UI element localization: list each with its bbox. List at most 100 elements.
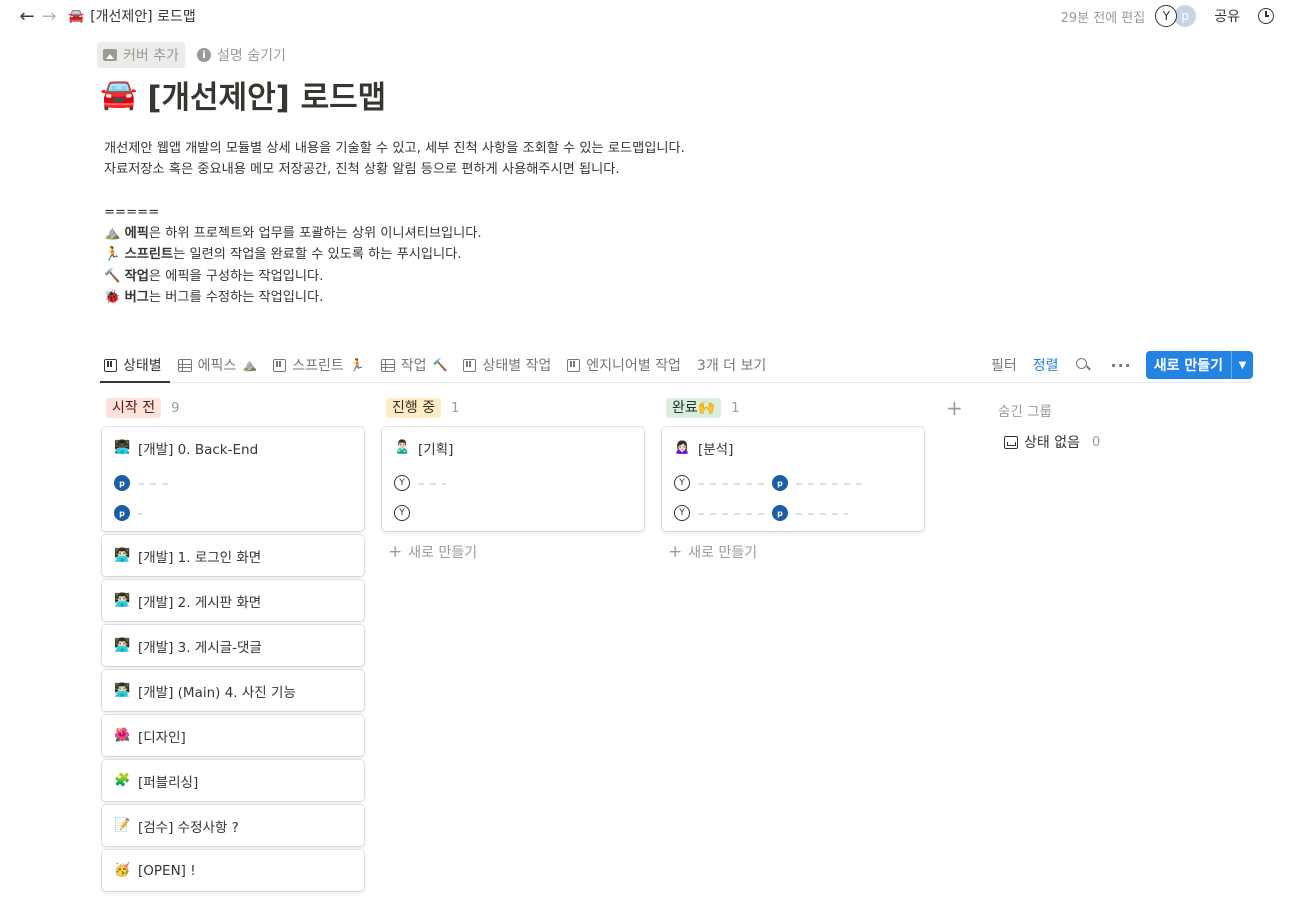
column-header[interactable]: 시작 전 9 <box>102 396 364 420</box>
page-title[interactable]: 🚘 [개선제안] 로드맵 <box>100 72 386 117</box>
card-title: 🧩 [퍼블리싱] <box>102 760 364 801</box>
avatar[interactable]: Y <box>1155 5 1178 27</box>
back-arrow-icon[interactable]: ← <box>16 5 38 27</box>
board-card[interactable]: 👨🏻‍💻 [개발] 2. 게시판 화면 <box>102 580 364 621</box>
page-description[interactable]: 개선제안 웹앱 개발의 모듈별 상세 내용을 기술할 수 있고, 세부 진척 사… <box>104 138 685 308</box>
tab-label: 작업 <box>400 358 427 374</box>
add-card-label: 새로 만들기 <box>688 545 758 561</box>
more-options-icon[interactable]: ··· <box>1100 356 1141 375</box>
card-title-text: [검수] 수정사항 ? <box>138 819 239 836</box>
page-emoji-icon[interactable]: 🚘 <box>100 77 137 112</box>
hidden-groups-label: 숨긴 그룹 <box>998 404 1052 420</box>
card-assignee: Y <box>382 468 644 498</box>
tab-by-status[interactable]: 상태별 <box>96 348 170 383</box>
new-button[interactable]: 새로 만들기 ▼ <box>1145 351 1253 379</box>
card-title-text: [분석] <box>698 441 734 458</box>
board-card[interactable]: 🧩 [퍼블리싱] <box>102 760 364 801</box>
runner-icon: 🏃 <box>349 358 365 372</box>
card-title: 👨🏻‍💻 [개발] 1. 로그인 화면 <box>102 535 364 576</box>
bug-icon: 🐞 <box>104 290 121 306</box>
avatar: p <box>772 475 788 491</box>
history-clock-icon[interactable] <box>1258 8 1274 24</box>
desc-item: 🔨 작업은 에픽을 구성하는 작업입니다. <box>104 268 324 284</box>
puzzle-icon: 🧩 <box>114 773 131 788</box>
board-card[interactable]: 👨🏻‍💻 [개발] 1. 로그인 화면 <box>102 535 364 576</box>
tab-tasks[interactable]: 작업 🔨 <box>373 348 456 382</box>
board-card[interactable]: 🥳 [OPEN] ! <box>102 850 364 891</box>
desc-item: ⛰️ 에픽은 하위 프로젝트와 업무를 포괄하는 상위 이니셔티브입니다. <box>104 226 482 242</box>
card-title-text: [OPEN] ! <box>138 862 196 879</box>
tab-sprints[interactable]: 스프린트 🏃 <box>265 348 372 382</box>
status-badge: 완료🙌 <box>666 398 722 418</box>
board-card[interactable]: 👨🏻‍💻 [개발] (Main) 4. 사진 기능 <box>102 670 364 711</box>
redacted-name <box>796 510 848 516</box>
more-views-button[interactable]: 3개 더 보기 <box>689 348 774 382</box>
developer-icon: 👨🏻‍💻 <box>114 548 131 563</box>
avatar: p <box>114 505 130 521</box>
board-card[interactable]: 📝 [검수] 수정사항 ? <box>102 805 364 846</box>
breadcrumb[interactable]: 🚘 [개선제안] 로드맵 <box>68 6 196 26</box>
card-assignee: Y <box>382 498 644 528</box>
runner-icon: 🏃 <box>104 247 121 263</box>
card-title-text: [개발] 3. 게시글-댓글 <box>138 639 262 656</box>
table-icon <box>177 358 192 372</box>
board-card[interactable]: 👨🏻‍💻 [개발] 3. 게시글-댓글 <box>102 625 364 666</box>
column-count: 1 <box>731 400 740 416</box>
board-card[interactable]: 🌺 [디자인] <box>102 715 364 756</box>
column-count: 1 <box>451 400 460 416</box>
hide-description-button[interactable]: i 설명 숨기기 <box>191 42 292 68</box>
column-header[interactable]: 진행 중 1 <box>382 396 644 420</box>
hidden-group-no-status[interactable]: 상태 없음 0 <box>1004 432 1100 452</box>
card-assignee: p <box>102 498 364 528</box>
card-title-text: [개발] 1. 로그인 화면 <box>138 549 262 566</box>
filter-button[interactable]: 필터 <box>983 355 1025 375</box>
card-assignee: Y p <box>662 468 924 498</box>
card-title: 👨🏻‍💻 [개발] (Main) 4. 사진 기능 <box>102 670 364 711</box>
card-title-text: [개발] 2. 게시판 화면 <box>138 594 262 611</box>
plus-icon: + <box>668 542 683 562</box>
sort-button[interactable]: 정렬 <box>1025 355 1067 375</box>
card-title: 📝 [검수] 수정사항 ? <box>102 805 364 846</box>
search-icon[interactable] <box>1074 356 1092 374</box>
add-card-button[interactable]: + 새로 만들기 <box>388 542 477 562</box>
add-group-plus-icon[interactable]: + <box>946 396 963 420</box>
view-tabs-bar: 상태별 에픽스 ⛰️ 스프린트 🏃 작업 🔨 상태별 작업 엔지니어별 작업 3… <box>96 348 1253 383</box>
forward-arrow-icon[interactable]: → <box>38 5 60 27</box>
avatar: Y <box>394 475 410 491</box>
board-column-in-progress: 진행 중 1 🙎🏻‍♂️ [기획] Y Y + 새로 만들기 <box>382 396 644 562</box>
card-title-text: [디자인] <box>138 729 186 746</box>
image-icon <box>103 49 117 61</box>
card-title-text: [퍼블리싱] <box>138 774 199 791</box>
add-card-button[interactable]: + 새로 만들기 <box>668 542 757 562</box>
tab-label: 상태별 <box>123 358 162 374</box>
page-controls: 커버 추가 i 설명 숨기기 <box>97 42 292 68</box>
page-title-text[interactable]: [개선제안] 로드맵 <box>147 72 386 117</box>
board-card[interactable]: 👨🏿‍💻 [개발] 0. Back-End p p <box>102 427 364 531</box>
share-button[interactable]: 공유 <box>1206 6 1248 26</box>
avatar: Y <box>674 475 690 491</box>
avatar[interactable]: p <box>1174 5 1197 27</box>
card-title-text: [기획] <box>418 441 454 458</box>
add-cover-button[interactable]: 커버 추가 <box>97 42 185 68</box>
new-button-label[interactable]: 새로 만들기 <box>1146 351 1231 379</box>
chevron-down-icon[interactable]: ▼ <box>1231 351 1253 379</box>
desc-item: 🐞 버그는 버그를 수정하는 작업입니다. <box>104 290 324 306</box>
inbox-icon <box>1004 435 1018 449</box>
hammer-icon: 🔨 <box>432 358 448 372</box>
column-header[interactable]: 완료🙌 1 <box>662 396 924 420</box>
tab-epics[interactable]: 에픽스 ⛰️ <box>170 348 266 382</box>
tab-tasks-by-engineer[interactable]: 엔지니어별 작업 <box>559 348 689 382</box>
table-icon <box>380 358 395 372</box>
flower-icon: 🌺 <box>114 728 131 743</box>
redacted-name <box>698 510 764 516</box>
board-card[interactable]: 🙎🏻‍♂️ [기획] Y Y <box>382 427 644 531</box>
presence-avatars[interactable]: Y p <box>1155 5 1197 27</box>
redacted-name <box>796 480 866 486</box>
column-count: 9 <box>171 400 180 416</box>
avatar: p <box>114 475 130 491</box>
developer-icon: 👨🏻‍💻 <box>114 638 131 653</box>
board-card[interactable]: 🙍🏻‍♀️ [분석] Y p Y p <box>662 427 924 531</box>
status-badge: 진행 중 <box>386 398 442 418</box>
tab-tasks-by-status[interactable]: 상태별 작업 <box>455 348 559 382</box>
person-icon: 🙍🏻‍♀️ <box>674 440 691 455</box>
